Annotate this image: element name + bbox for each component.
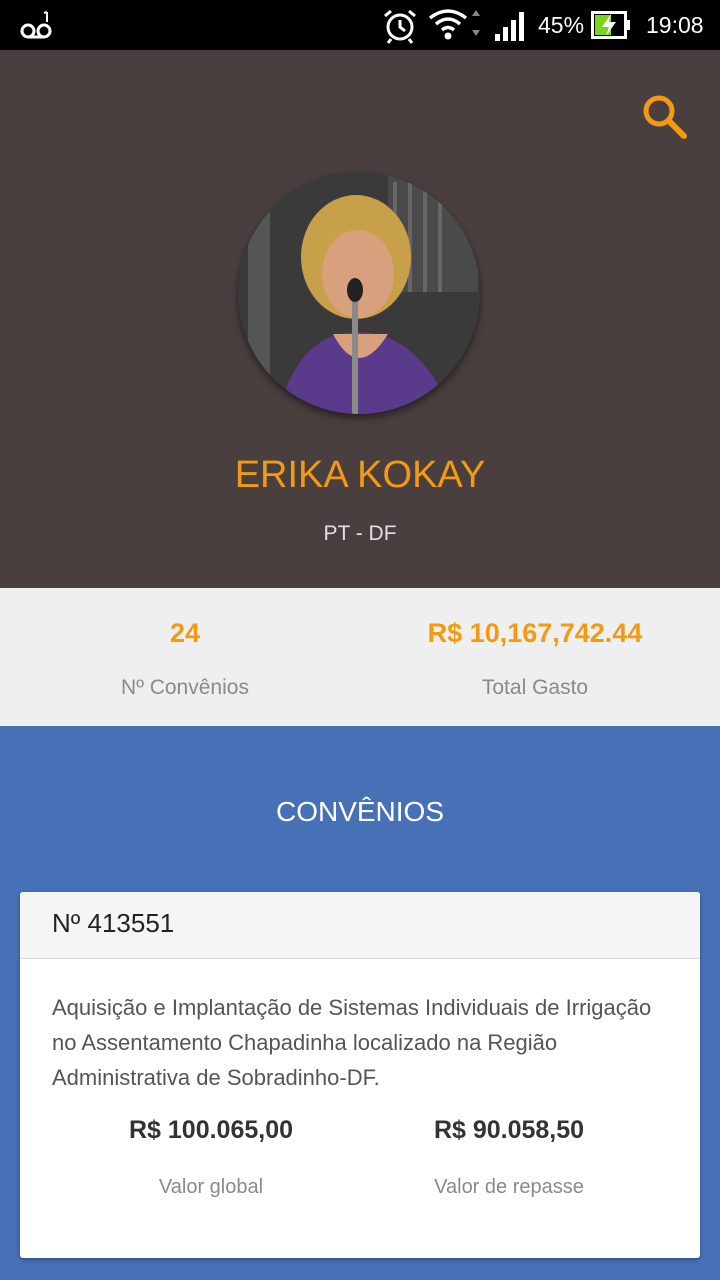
total-spent-value: R$ 10,167,742.44 bbox=[427, 618, 643, 648]
search-icon[interactable] bbox=[638, 90, 690, 142]
transfer-value-label: Valor de repasse bbox=[434, 1176, 584, 1198]
person-name: ERIKA KOKAY bbox=[234, 454, 486, 496]
stat-convenios: 24 Nº Convênios bbox=[5, 588, 365, 726]
convenio-number: Nº 413551 bbox=[52, 908, 175, 938]
total-spent-label: Total Gasto bbox=[481, 676, 589, 699]
section-title: CONVÊNIOS bbox=[275, 796, 445, 827]
convenios-count: 24 bbox=[169, 618, 201, 648]
wifi-icon bbox=[428, 9, 480, 40]
person-party: PT - DF bbox=[323, 522, 397, 545]
stats-bar: 24 Nº Convênios R$ 10,167,742.44 Total G… bbox=[0, 588, 720, 726]
avatar-photo bbox=[238, 172, 480, 414]
profile-header: ERIKA KOKAY PT - DF bbox=[0, 50, 720, 588]
battery-percent: 45% bbox=[538, 12, 585, 38]
card-header: Nº 413551 bbox=[20, 892, 700, 959]
global-value: R$ 100.065,00 bbox=[128, 1116, 294, 1144]
avatar bbox=[238, 172, 480, 414]
alarm-icon bbox=[384, 9, 416, 44]
status-bar: 45% 19:08 bbox=[0, 0, 720, 50]
clock: 19:08 bbox=[646, 12, 704, 38]
battery-charging-icon bbox=[591, 11, 630, 39]
convenio-card[interactable]: Nº 413551 Aquisição e Implantação de Sis… bbox=[20, 892, 700, 1258]
convenios-label: Nº Convênios bbox=[121, 676, 249, 699]
signal-icon bbox=[495, 12, 524, 41]
convenio-description: Aquisição e Implantação de Sistemas Indi… bbox=[52, 995, 652, 1090]
global-value-label: Valor global bbox=[158, 1176, 264, 1198]
transfer-value: R$ 90.058,50 bbox=[433, 1116, 585, 1144]
stat-total-gasto: R$ 10,167,742.44 Total Gasto bbox=[355, 588, 715, 726]
voicemail-icon bbox=[20, 11, 52, 39]
